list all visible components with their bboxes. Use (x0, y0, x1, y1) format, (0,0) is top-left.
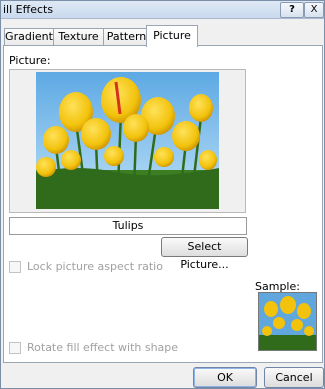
select-picture-button[interactable]: Select Picture... (161, 237, 248, 271)
rotate-fill-label: Rotate fill effect with shape (27, 341, 179, 354)
tab-gradient[interactable]: Gradient (4, 28, 54, 46)
lock-aspect-checkbox[interactable]: Lock picture aspect ratio (9, 260, 163, 273)
tab-pattern[interactable]: Pattern (103, 28, 150, 46)
rotate-fill-box[interactable] (9, 341, 21, 354)
window-title: ill Effects (3, 3, 54, 16)
close-button[interactable]: X (304, 2, 324, 18)
fill-effects-dialog: ill Effects ? X Gradient Texture Pattern… (0, 0, 325, 389)
cancel-button[interactable]: Cancel (264, 367, 324, 388)
tab-texture[interactable]: Texture (53, 28, 104, 46)
rotate-fill-checkbox[interactable]: Rotate fill effect with shape (9, 341, 178, 354)
picture-label: Picture: (9, 54, 51, 67)
lock-aspect-box[interactable] (9, 260, 21, 273)
help-button[interactable]: ? (280, 2, 304, 18)
ok-button[interactable]: OK (193, 367, 257, 388)
sample-preview (258, 292, 317, 351)
tab-picture[interactable]: Picture (146, 25, 198, 47)
title-bar[interactable]: ill Effects ? X (1, 1, 324, 19)
tulips-picture (36, 72, 219, 209)
lock-aspect-label: Lock picture aspect ratio (27, 260, 163, 273)
picture-preview-frame (9, 69, 246, 213)
picture-name-field: Tulips (9, 217, 247, 235)
picture-tab-panel: Picture: Tulips Select Picture... Lock p… (3, 45, 323, 363)
